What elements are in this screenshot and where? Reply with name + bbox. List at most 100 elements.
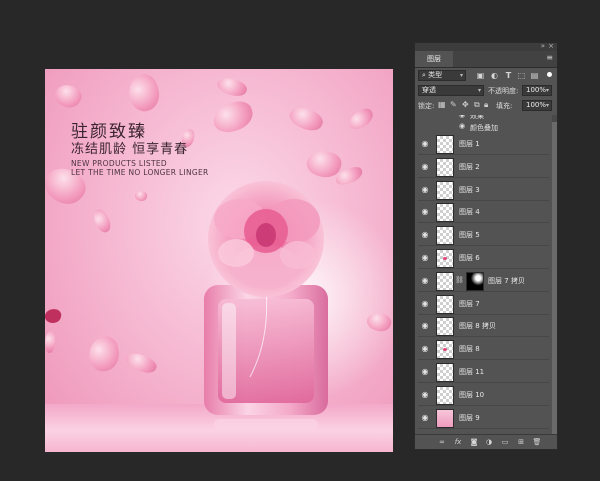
adjustment-filter-icon[interactable]: ◐ <box>490 71 499 80</box>
image-filter-icon[interactable]: ▣ <box>476 71 485 80</box>
layer-row[interactable]: ◉ 图层 8 拷贝 <box>418 315 549 338</box>
chevron-down-icon: ▾ <box>459 72 463 79</box>
eye-icon[interactable]: ◉ <box>459 115 465 119</box>
filter-row: ⌕ 类型 ▾ ▣ ◐ T ⬚ ▤ <box>418 70 554 82</box>
layer-thumbnail[interactable] <box>436 340 454 360</box>
layer-row[interactable]: ◉ 图层 8 <box>418 338 549 361</box>
layer-name: 图层 7 拷贝 <box>488 276 525 285</box>
layer-row[interactable]: ◉ 图层 1 <box>418 133 549 155</box>
new-group-icon[interactable]: ▭ <box>500 437 510 447</box>
eye-icon[interactable]: ◉ <box>420 207 430 217</box>
collapse-icon[interactable]: » <box>541 42 545 50</box>
layer-thumbnail[interactable] <box>436 249 454 268</box>
eye-icon[interactable]: ◉ <box>420 344 430 354</box>
layer-row[interactable]: ◉ 图层 2 <box>418 156 549 178</box>
eye-icon[interactable]: ◉ <box>420 367 430 377</box>
layer-thumbnail[interactable] <box>436 226 454 246</box>
layer-thumbnail[interactable] <box>436 157 454 177</box>
eye-icon[interactable]: ◉ <box>459 122 465 130</box>
lock-label: 锁定: <box>418 102 435 110</box>
fill-label: 填充: <box>496 102 513 110</box>
layer-row[interactable]: ◉ 图层 5 <box>418 224 549 247</box>
delete-layer-icon[interactable]: 🗑︎ <box>532 437 542 447</box>
new-layer-icon[interactable]: ⊞ <box>516 437 526 447</box>
filter-toggle[interactable] <box>547 72 552 77</box>
eye-icon[interactable]: ◉ <box>420 139 430 149</box>
layer-thumbnail[interactable] <box>436 271 454 291</box>
type-filter-icon[interactable]: T <box>504 71 513 80</box>
effects-header[interactable]: ◉ 效果 <box>418 115 549 122</box>
eye-icon[interactable]: ◉ <box>420 162 430 172</box>
lock-position-icon[interactable]: ✥ <box>462 100 469 109</box>
fill-input[interactable]: 100% ▾ <box>522 100 552 111</box>
eye-icon[interactable]: ◉ <box>420 390 430 400</box>
layer-name: 图层 6 <box>459 254 480 262</box>
layer-row[interactable]: ◉ 图层 9 <box>418 407 549 429</box>
layer-thumbnail[interactable] <box>436 408 454 428</box>
layer-name: 图层 1 <box>459 140 480 148</box>
lock-all-icon[interactable]: 🔒︎ <box>484 100 488 110</box>
english-tagline-2: LET THE TIME NO LONGER LINGER <box>71 168 209 177</box>
panel-menu-icon[interactable]: ≡ <box>546 53 553 62</box>
layer-thumbnail[interactable] <box>436 180 454 200</box>
rose-petal <box>86 334 122 374</box>
eye-icon[interactable]: ◉ <box>420 230 430 240</box>
perfume-bottle <box>204 181 328 429</box>
smart-object-filter-icon[interactable]: ▤ <box>530 71 539 80</box>
tab-layers[interactable]: 图层 <box>415 51 453 67</box>
close-icon[interactable]: × <box>548 42 554 50</box>
eye-icon[interactable]: ◉ <box>420 321 430 331</box>
layer-name: 图层 10 <box>459 390 485 399</box>
layer-name: 图层 5 <box>459 231 480 240</box>
layer-thumbnail[interactable] <box>436 135 454 154</box>
panel-tab-bar: 图层 ≡ <box>415 51 557 68</box>
panel-footer: ∞ fx ◙ ◑ ▭ ⊞ 🗑︎ <box>415 434 557 449</box>
eye-icon[interactable]: ◉ <box>420 276 430 286</box>
scrollbar-thumb[interactable] <box>552 122 557 434</box>
subheadline-text: 冻结肌龄 恒享青春 <box>71 142 189 157</box>
layer-row[interactable]: ◉ 图层 11 <box>418 361 549 383</box>
layer-row[interactable]: ◉ 图层 4 <box>418 201 549 224</box>
mask-link-icon[interactable]: ⛓︎ <box>455 276 464 284</box>
rose-petal <box>123 348 159 378</box>
layer-row[interactable]: ◉ 图层 7 <box>418 293 549 315</box>
add-mask-icon[interactable]: ◙ <box>469 437 479 447</box>
eye-icon[interactable]: ◉ <box>420 413 430 423</box>
eye-icon[interactable]: ◉ <box>420 185 430 195</box>
eye-icon[interactable]: ◉ <box>420 299 430 309</box>
layer-thumbnail[interactable] <box>436 317 454 337</box>
layer-thumbnail[interactable] <box>436 363 454 382</box>
layer-mask-thumbnail[interactable] <box>466 271 484 291</box>
panel-title-bar[interactable]: » × <box>415 42 557 51</box>
filter-kind-label: 类型 <box>428 71 443 79</box>
link-layers-icon[interactable]: ∞ <box>437 437 447 447</box>
chevron-down-icon: ▾ <box>545 87 549 94</box>
layer-thumbnail[interactable] <box>436 203 454 223</box>
layer-thumbnail[interactable] <box>436 385 454 405</box>
eye-icon[interactable]: ◉ <box>420 253 430 263</box>
layer-row[interactable]: ◉ 图层 10 <box>418 384 549 406</box>
lock-transparent-icon[interactable]: ▦ <box>438 100 446 109</box>
effect-color-overlay[interactable]: ◉ 颜色叠加 <box>418 122 549 133</box>
shape-filter-icon[interactable]: ⬚ <box>517 71 526 80</box>
layer-name: 图层 8 <box>459 345 480 354</box>
layer-row[interactable]: ◉ ⛓︎ 图层 7 拷贝 <box>418 270 549 292</box>
layers-panel: » × 图层 ≡ ⌕ 类型 ▾ ▣ ◐ T ⬚ ▤ 穿透 ▾ 不透明度: 100… <box>414 42 558 450</box>
layer-row[interactable]: ◉ 图层 3 <box>418 179 549 201</box>
canvas-image[interactable]: 驻颜致臻 冻结肌龄 恒享青春 NEW PRODUCTS LISTED LET T… <box>45 69 393 452</box>
filter-kind-select[interactable]: ⌕ 类型 ▾ <box>418 70 466 81</box>
lock-image-icon[interactable]: ✎ <box>450 100 457 109</box>
layer-name: 图层 7 <box>459 299 480 308</box>
adjustment-layer-icon[interactable]: ◑ <box>484 437 494 447</box>
layer-thumbnail[interactable] <box>436 294 454 314</box>
lock-row: 锁定: ▦ ✎ ✥ ⧉ 🔒︎ 填充: 100% ▾ <box>418 100 554 112</box>
rose-petal <box>133 189 149 203</box>
layer-row[interactable]: ◉ 图层 6 <box>418 247 549 269</box>
rose-petal <box>286 102 326 136</box>
fx-icon[interactable]: fx <box>453 437 463 447</box>
lock-artboard-icon[interactable]: ⧉ <box>474 100 480 110</box>
opacity-input[interactable]: 100% ▾ <box>522 85 552 96</box>
blend-mode-select[interactable]: 穿透 ▾ <box>418 85 484 96</box>
opacity-value: 100% <box>526 86 547 94</box>
blend-mode-value: 穿透 <box>422 86 436 94</box>
